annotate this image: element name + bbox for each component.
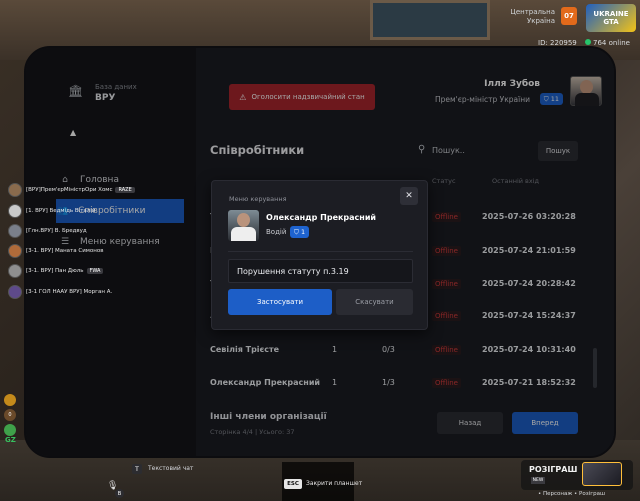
divider: [228, 251, 413, 252]
player-avatar: [8, 264, 22, 278]
apply-button[interactable]: Застосувати: [228, 289, 332, 315]
employee-rank: 1: [300, 228, 306, 236]
player-list-item: [1. ВРУ] Ведмідь Віталій: [8, 204, 95, 218]
player-avatar: [8, 244, 22, 258]
hud-server-badge: 07: [561, 7, 577, 25]
player-name: [3-1. ВРУ] Маната Симонов: [26, 248, 104, 254]
player-name: [ВРУ]Прем'єрМіністрОри Хомс: [26, 187, 113, 193]
hud-server-name: Центральна Україна: [505, 8, 555, 26]
chat-key: T: [132, 464, 142, 474]
player-name: [3-1 ГОЛ НААУ ВРУ] Морган А.: [26, 289, 113, 295]
cancel-button[interactable]: Скасувати: [336, 289, 413, 315]
lottery-title: РОЗІГРАШ: [529, 465, 578, 474]
online-text: 764 online: [593, 39, 630, 47]
employee-rank-badge: ⛉ 1: [290, 226, 310, 238]
player-name: [3-1. ВРУ] Пан Дюль: [26, 268, 84, 274]
game-background-window: [370, 0, 490, 40]
logo-line1: UKRAINE: [593, 10, 629, 18]
close-icon[interactable]: ✕: [400, 187, 418, 205]
modal-header: Меню керування: [229, 195, 287, 203]
player-avatar: [8, 285, 22, 299]
player-name: [1. ВРУ] Ведмідь Віталій: [26, 208, 96, 214]
employee-avatar: [228, 210, 259, 241]
hud-server-line1: Центральна: [510, 8, 555, 16]
player-tag: RAZE: [115, 187, 135, 193]
hud-server-line2: Україна: [526, 17, 555, 25]
status-counter: 0: [4, 409, 16, 421]
lottery-car-image: [582, 462, 622, 486]
esc-key: ESC: [284, 479, 302, 489]
employee-name: Олександр Прекрасний: [266, 213, 377, 222]
reason-input[interactable]: [228, 259, 413, 283]
shield-icon: ⛉: [294, 227, 301, 236]
player-list-item: [3-1. ВРУ] Пан Дюль FWA: [8, 264, 104, 278]
management-menu-modal: Меню керування ✕ Олександр Прекрасний Во…: [211, 180, 428, 330]
player-avatar: [8, 224, 22, 238]
logo-line2: GTA: [603, 18, 619, 26]
player-list-item: [3-1 ГОЛ НААУ ВРУ] Морган А.: [8, 285, 112, 299]
game-logo: UKRAINE GTA: [586, 4, 636, 32]
player-name: [Глн.ВРУ] В. Бредвуд: [26, 228, 87, 234]
employee-role: Водій: [266, 228, 287, 236]
lottery-subtitle: • Персонаж • Розіграш: [538, 491, 605, 497]
player-avatar: [8, 204, 22, 218]
lottery-new-badge: NEW: [531, 477, 545, 484]
player-list-item: [Глн.ВРУ] В. Бредвуд: [8, 224, 87, 238]
online-dot-icon: [585, 39, 591, 45]
close-tablet-hint: Закрити планшет: [306, 480, 363, 487]
player-list-item: [3-1. ВРУ] Маната Симонов: [8, 244, 104, 258]
health-icon: [4, 424, 16, 436]
greenzone-indicator: GZ: [5, 436, 16, 444]
player-tag: FWA: [86, 268, 104, 274]
chat-label: Текстовий чат: [148, 465, 194, 472]
avatar-suit: [231, 227, 256, 241]
player-list-item: [ВРУ]Прем'єрМіністрОри Хомс RAZE: [8, 183, 135, 197]
hunger-icon: [4, 394, 16, 406]
avatar-face: [237, 213, 250, 227]
mic-key: B: [115, 489, 124, 498]
player-avatar: [8, 183, 22, 197]
hud-status-icons: 0: [4, 394, 18, 439]
